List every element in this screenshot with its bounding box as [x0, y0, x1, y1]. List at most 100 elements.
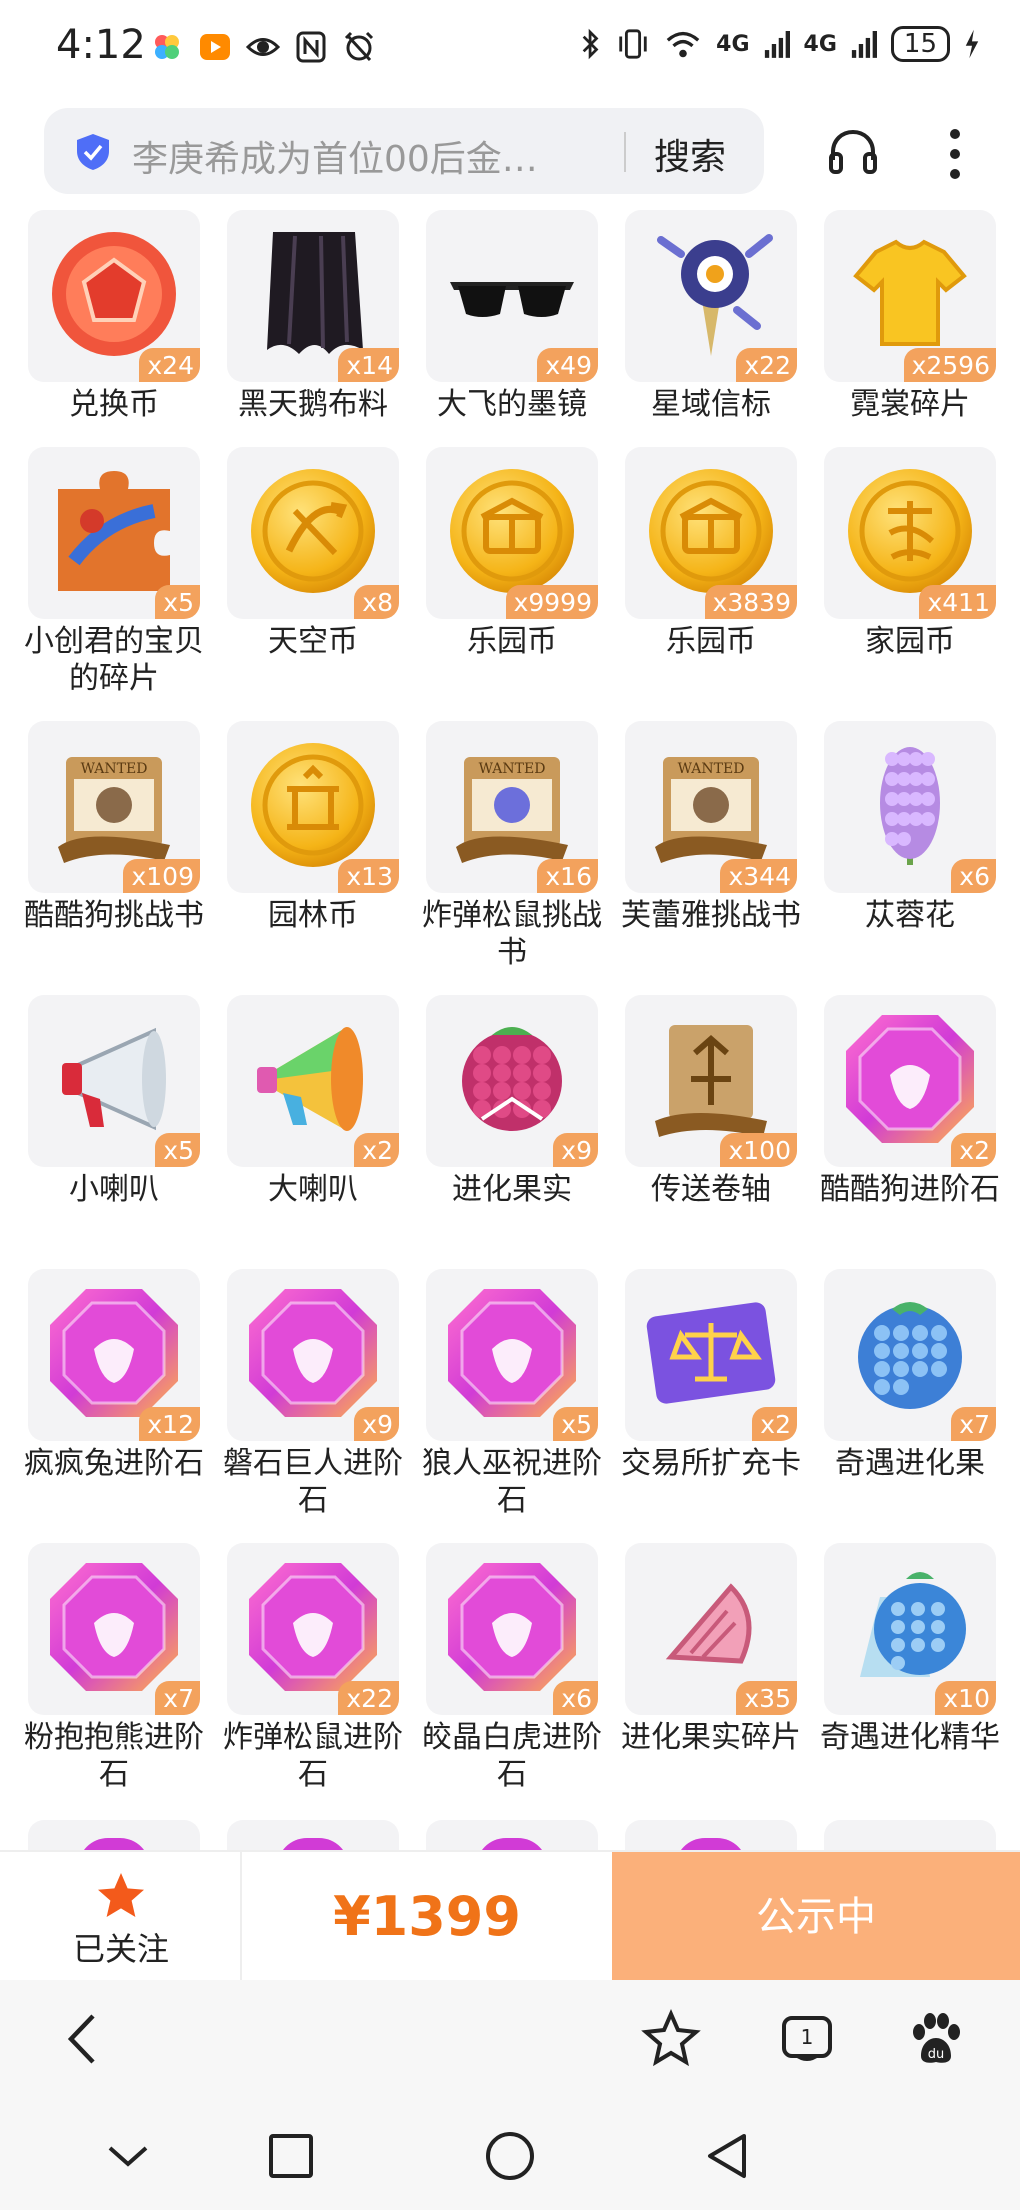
svg-text:WANTED: WANTED	[479, 761, 546, 777]
advance-gem-icon	[448, 1289, 576, 1417]
item-quantity-badge: x344	[720, 859, 797, 893]
svg-text:1: 1	[801, 2025, 814, 2049]
advance-gem-icon	[50, 1563, 178, 1691]
inventory-item-peek	[426, 1820, 598, 1850]
vibrate-icon	[619, 29, 647, 59]
item-quantity-badge: x16	[537, 859, 598, 893]
signal-bars-1-icon	[764, 31, 790, 58]
app-video-icon	[198, 30, 232, 64]
signal-1-label: 4G	[716, 31, 750, 57]
item-quantity-badge: x14	[338, 348, 399, 382]
item-quantity-badge: x109	[123, 859, 200, 893]
item-quantity-badge: x2	[354, 1133, 399, 1167]
item-tile: WANTED x16	[426, 721, 598, 893]
item-tile: x12	[28, 1269, 200, 1441]
status-time: 4:12	[56, 22, 146, 68]
item-name: 大喇叭	[268, 1172, 358, 1207]
item-tile: x13	[227, 721, 399, 893]
item-tile: x5	[426, 1269, 598, 1441]
item-tile: x2	[824, 995, 996, 1167]
garden-coin-icon	[251, 743, 375, 867]
search-divider	[624, 132, 626, 172]
item-tile: x8	[227, 447, 399, 619]
app-flower-icon	[150, 30, 184, 64]
back-icon[interactable]	[55, 2008, 117, 2070]
advance-gem-icon	[846, 1015, 974, 1143]
item-name: 乐园币	[666, 624, 756, 659]
item-tile: x24	[28, 210, 200, 382]
item-quantity-badge: x3839	[704, 585, 797, 619]
item-tile: x49	[426, 210, 598, 382]
item-name: 小喇叭	[69, 1172, 159, 1207]
bookmark-star-icon[interactable]	[640, 2008, 702, 2070]
red-gem-coin-icon	[52, 232, 176, 356]
item-name: 黑天鹅布料	[238, 387, 388, 422]
wanted-scroll-icon: WANTED	[655, 757, 767, 863]
item-quantity-badge: x2	[951, 1133, 996, 1167]
evolution-berry-icon	[462, 1027, 562, 1131]
item-name: 粉抱抱熊进阶石	[24, 1720, 204, 1792]
item-name: 进化果实	[452, 1172, 572, 1207]
item-quantity-badge: x411	[919, 585, 996, 619]
item-name: 星域信标	[651, 387, 771, 422]
browser-bar: 李庚希成为首位00后金… 搜索	[0, 100, 1020, 210]
item-quantity-badge: x22	[338, 1681, 399, 1715]
search-box[interactable]: 李庚希成为首位00后金… 搜索	[44, 108, 764, 194]
home-circle-icon[interactable]	[482, 2128, 538, 2184]
yellow-shirt-icon	[853, 239, 967, 346]
item-name: 奇遇进化果	[835, 1446, 985, 1481]
star-beacon-icon	[657, 234, 773, 356]
inventory-item-peek	[625, 1820, 797, 1850]
wanted-scroll-icon: WANTED	[58, 757, 170, 863]
nfc-icon	[294, 30, 328, 64]
status-app-icons	[150, 30, 376, 64]
item-tile: x7	[28, 1543, 200, 1715]
item-tile: x2	[625, 1269, 797, 1441]
search-input[interactable]: 李庚希成为首位00后金…	[132, 130, 572, 182]
item-tile: WANTED x344	[625, 721, 797, 893]
alarm-off-icon	[342, 30, 376, 64]
item-name: 大飞的墨镜	[437, 387, 587, 422]
follow-label: 已关注	[72, 1930, 169, 1968]
item-quantity-badge: x5	[155, 1133, 200, 1167]
park-coin-icon	[450, 469, 574, 593]
charging-icon	[965, 29, 979, 59]
action-bar: 已关注 ¥1399 公示中	[0, 1850, 1020, 1982]
signal-2-label: 4G	[803, 31, 837, 57]
item-quantity-badge: x12	[139, 1407, 200, 1441]
item-name: 奇遇进化精华	[820, 1720, 1000, 1755]
item-name: 酷酷狗进阶石	[820, 1172, 1000, 1207]
item-name: 疯疯兔进阶石	[24, 1446, 204, 1481]
svg-text:du: du	[928, 2047, 945, 2062]
headset-icon[interactable]	[825, 124, 881, 180]
big-megaphone-icon	[257, 1027, 363, 1131]
item-name: 炸弹松鼠进阶石	[223, 1720, 403, 1792]
item-tile: WANTED x109	[28, 721, 200, 893]
item-name: 苁蓉花	[865, 898, 955, 933]
shield-icon	[77, 134, 109, 170]
wifi-icon	[666, 31, 700, 58]
recents-square-icon[interactable]	[263, 2128, 319, 2184]
sky-coin-icon	[251, 469, 375, 593]
tabs-icon[interactable]: 1	[776, 2008, 838, 2070]
item-tile: x6	[824, 721, 996, 893]
item-tile: x10	[824, 1543, 996, 1715]
paw-logo-icon[interactable]: du	[905, 2008, 967, 2070]
price-label: ¥1399	[333, 1885, 521, 1948]
back-triangle-icon[interactable]	[700, 2128, 756, 2184]
publicity-button[interactable]: 公示中	[612, 1852, 1020, 1982]
follow-button[interactable]: 已关注	[0, 1852, 242, 1982]
item-quantity-badge: x5	[155, 585, 200, 619]
item-tile: x14	[227, 210, 399, 382]
item-name: 乐园币	[467, 624, 557, 659]
chevron-down-icon[interactable]	[100, 2128, 156, 2184]
search-button[interactable]: 搜索	[654, 128, 726, 180]
puzzle-piece-icon	[58, 471, 170, 591]
item-tile: x5	[28, 447, 200, 619]
berry-shard-icon	[665, 1583, 752, 1664]
item-name: 狼人巫祝进阶石	[422, 1446, 602, 1518]
eye-icon	[245, 30, 281, 64]
more-menu-icon[interactable]	[940, 124, 970, 184]
item-tile: x22	[625, 210, 797, 382]
item-quantity-badge: x9	[354, 1407, 399, 1441]
